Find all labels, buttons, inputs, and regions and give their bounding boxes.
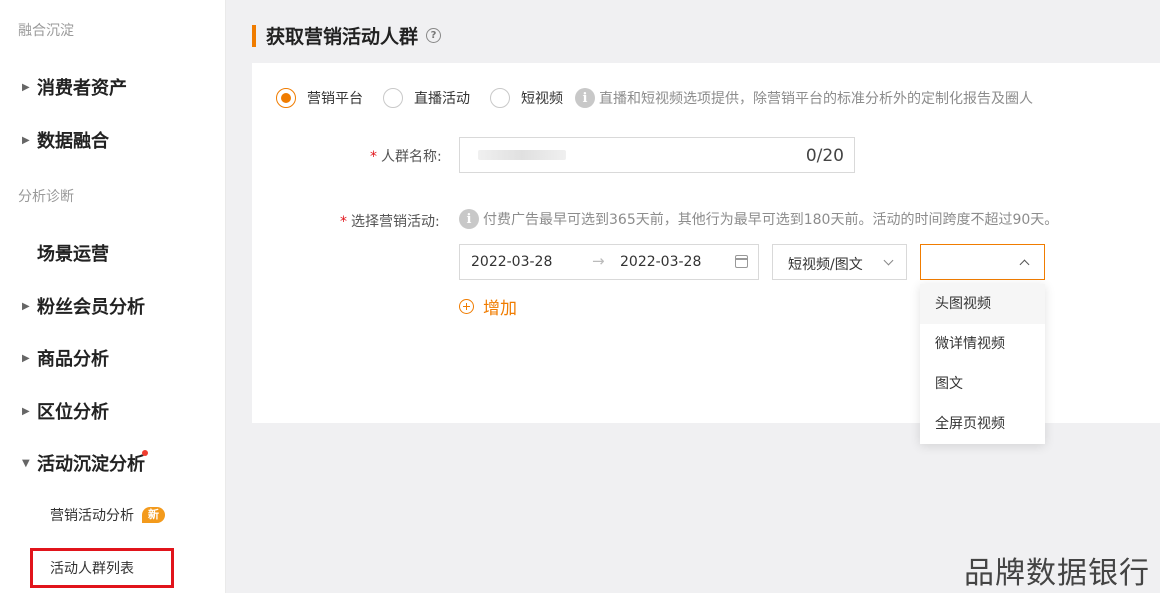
required-mark: * xyxy=(370,149,377,165)
content-type-value: 短视频/图文 xyxy=(788,257,863,273)
date-range-picker[interactable]: 2022-03-28 → 2022-03-28 xyxy=(459,244,759,280)
caret-right-icon: ▶ xyxy=(22,352,30,364)
sidebar-item-zone[interactable]: ▶ 区位分析 xyxy=(22,398,109,424)
sidebar-item-label: 场景运营 xyxy=(37,244,109,265)
sidebar-subitem-marketing-analysis[interactable]: 营销活动分析 新 xyxy=(50,505,165,525)
dropdown-option-micro-detail-video[interactable]: 微详情视频 xyxy=(920,324,1045,364)
crowd-name-label-text: 人群名称: xyxy=(381,149,442,165)
activity-label: * 选择营销活动: xyxy=(340,211,440,231)
highlight-box xyxy=(30,548,174,588)
add-label: 增加 xyxy=(483,299,517,319)
platform-radio-group: 营销平台 直播活动 短视频 i 直播和短视频选项提供，除营销平台的标准分析外的定… xyxy=(276,88,1033,108)
sidebar-section-fusion: 融合沉淀 xyxy=(18,23,74,39)
sidebar-item-label: 商品分析 xyxy=(37,349,109,370)
calendar-icon[interactable] xyxy=(735,255,748,268)
sub-type-select[interactable] xyxy=(920,244,1045,280)
sub-type-dropdown: 头图视频 微详情视频 图文 全屏页视频 xyxy=(920,284,1045,444)
sidebar-item-label: 粉丝会员分析 xyxy=(37,297,145,318)
activity-label-text: 选择营销活动: xyxy=(351,214,440,230)
new-badge: 新 xyxy=(142,507,165,523)
sidebar-item-consumer-assets[interactable]: ▶ 消费者资产 xyxy=(22,74,127,100)
radio-circle-checked xyxy=(276,88,296,108)
caret-right-icon: ▶ xyxy=(22,81,30,93)
info-circle-icon: i xyxy=(575,88,595,108)
page-title: 获取营销活动人群 xyxy=(266,26,419,48)
chevron-down-icon xyxy=(883,255,894,266)
sidebar-item-campaign[interactable]: ▼ 活动沉淀分析 xyxy=(22,450,145,476)
crowd-name-input[interactable]: 0/20 xyxy=(459,137,855,173)
sidebar-item-data-fusion[interactable]: ▶ 数据融合 xyxy=(22,127,109,153)
arrow-right-icon: → xyxy=(592,252,605,270)
chevron-up-icon xyxy=(1019,259,1030,270)
radio-marketing-platform[interactable]: 营销平台 xyxy=(276,88,363,108)
sidebar-item-label: 数据融合 xyxy=(37,131,109,152)
sidebar: 融合沉淀 ▶ 消费者资产 ▶ 数据融合 分析诊断 场景运营 ▶ 粉丝会员分析 ▶… xyxy=(0,0,226,593)
caret-down-icon: ▼ xyxy=(22,457,30,469)
radio-label: 营销平台 xyxy=(307,91,363,107)
sidebar-subitem-label: 营销活动分析 xyxy=(50,508,134,524)
watermark: 品牌数据银行 xyxy=(964,556,1150,591)
info-circle-icon: i xyxy=(459,209,479,229)
notification-dot xyxy=(142,450,148,456)
dropdown-option-image-text[interactable]: 图文 xyxy=(920,364,1045,404)
sidebar-item-label: 活动沉淀分析 xyxy=(37,454,145,475)
title-accent-bar xyxy=(252,24,256,47)
date-end[interactable]: 2022-03-28 xyxy=(620,254,701,270)
caret-right-icon: ▶ xyxy=(22,300,30,312)
content-type-select[interactable]: 短视频/图文 xyxy=(772,244,907,280)
dropdown-option-head-video[interactable]: 头图视频 xyxy=(920,284,1045,324)
crowd-name-label: * 人群名称: xyxy=(370,146,442,166)
sidebar-section-analysis: 分析诊断 xyxy=(18,189,74,205)
activity-hint: 付费广告最早可选到365天前，其他行为最早可选到180天前。活动的时间跨度不超过… xyxy=(483,212,1059,228)
date-start[interactable]: 2022-03-28 xyxy=(471,254,552,270)
dropdown-option-fullscreen-video[interactable]: 全屏页视频 xyxy=(920,404,1045,444)
sidebar-item-label: 区位分析 xyxy=(37,402,109,423)
radio-live-event[interactable]: 直播活动 xyxy=(383,88,470,108)
sidebar-item-product[interactable]: ▶ 商品分析 xyxy=(22,345,109,371)
required-mark: * xyxy=(340,214,347,230)
radio-circle xyxy=(383,88,403,108)
radio-label: 短视频 xyxy=(521,91,563,107)
activity-hint-row: i 付费广告最早可选到365天前，其他行为最早可选到180天前。活动的时间跨度不… xyxy=(459,209,1058,229)
page-header: 获取营销活动人群 ? xyxy=(252,22,442,49)
radio-hint: 直播和短视频选项提供，除营销平台的标准分析外的定制化报告及圈人 xyxy=(599,91,1033,107)
blurred-input-value xyxy=(478,150,566,160)
sidebar-item-fan-member[interactable]: ▶ 粉丝会员分析 xyxy=(22,293,145,319)
radio-label: 直播活动 xyxy=(414,91,470,107)
radio-circle xyxy=(490,88,510,108)
caret-right-icon: ▶ xyxy=(22,134,30,146)
plus-circle-icon xyxy=(459,299,474,314)
radio-short-video[interactable]: 短视频 xyxy=(490,88,563,108)
sidebar-item-label: 消费者资产 xyxy=(37,78,127,99)
question-circle-icon[interactable]: ? xyxy=(426,28,442,43)
char-counter: 0/20 xyxy=(805,146,844,166)
add-activity-button[interactable]: 增加 xyxy=(459,294,517,319)
caret-right-icon: ▶ xyxy=(22,405,30,417)
sidebar-item-scene-ops[interactable]: 场景运营 xyxy=(22,240,109,266)
